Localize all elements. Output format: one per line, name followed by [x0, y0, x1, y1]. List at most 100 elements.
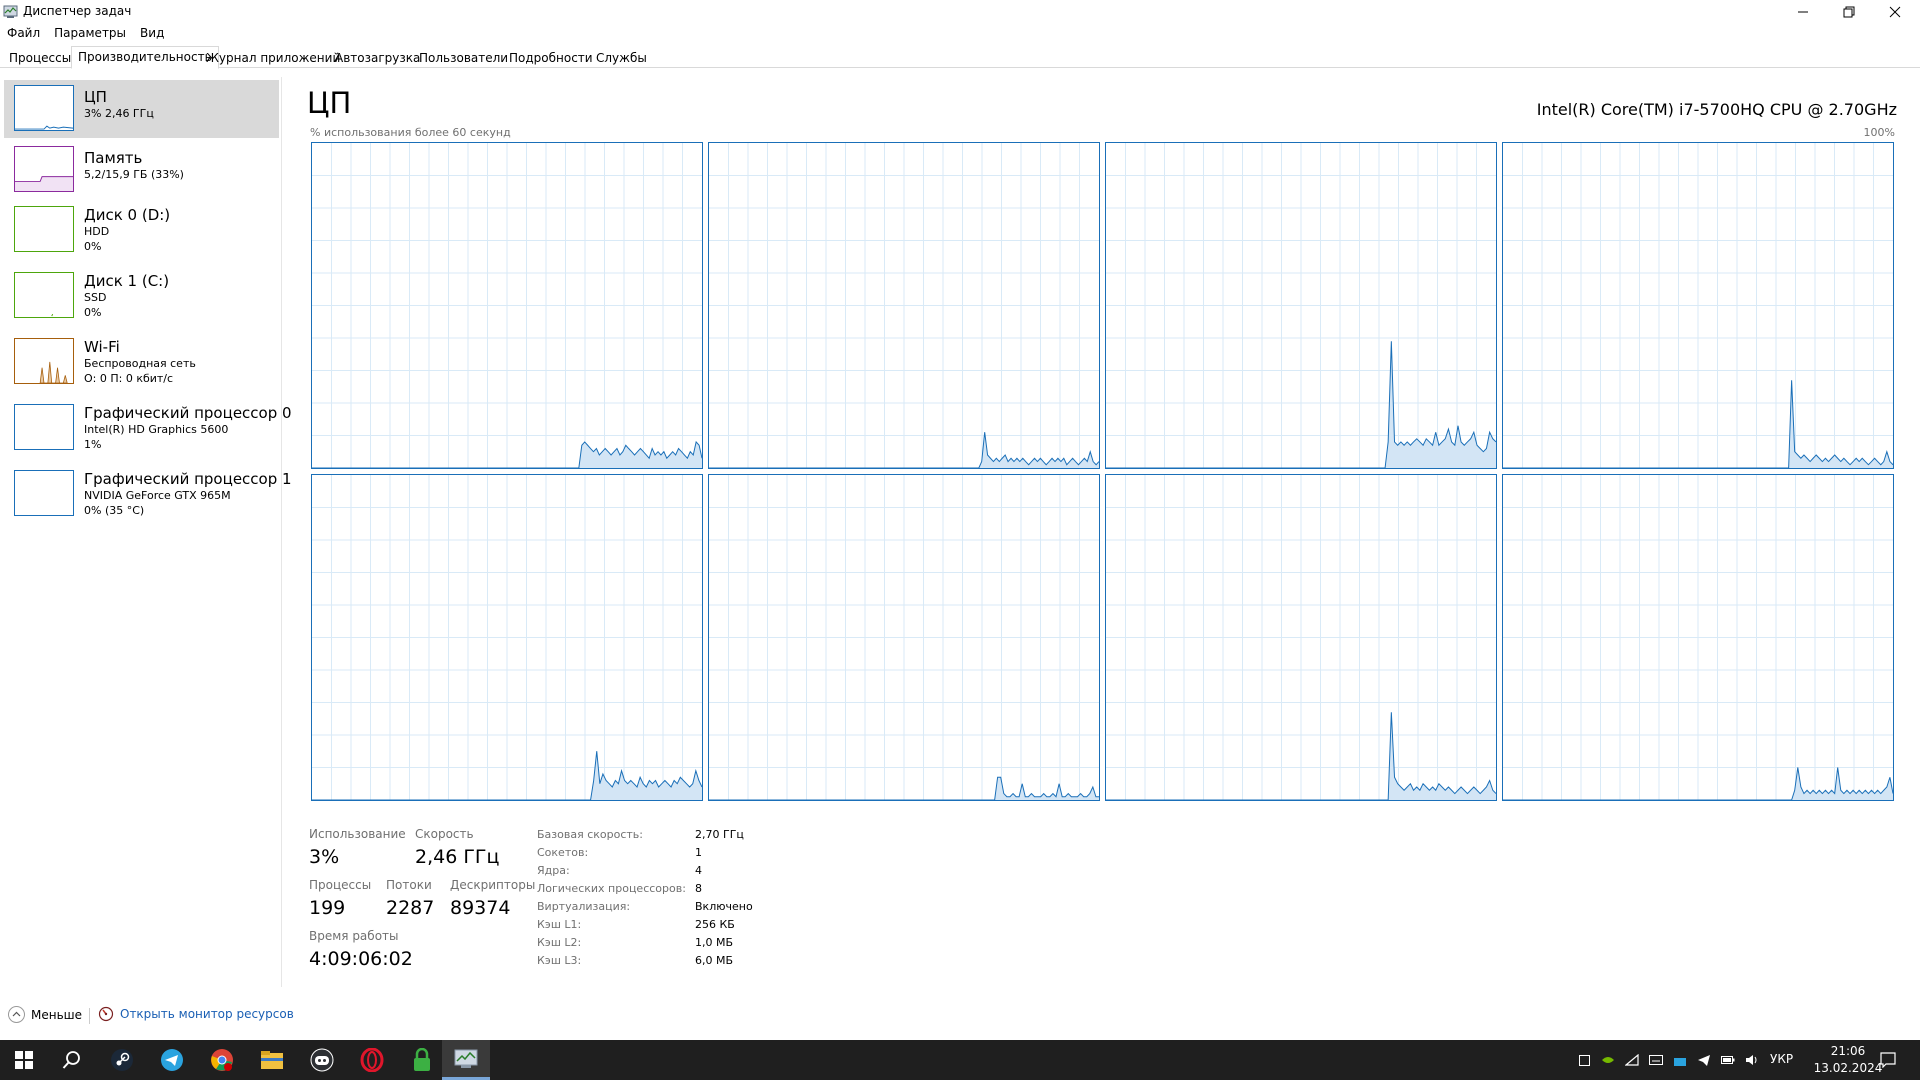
cpu-core-graph-3 [1502, 142, 1894, 469]
info-label: Кэш L1: [537, 918, 582, 931]
logical-processor-graphs [311, 142, 1895, 802]
tray-battery[interactable] [1716, 1040, 1740, 1080]
sidebar-item-name: Диск 0 (D:) [84, 206, 171, 224]
open-resource-monitor-link[interactable]: Открыть монитор ресурсов [98, 1006, 294, 1022]
search-button[interactable] [48, 1040, 96, 1080]
task-manager-icon [454, 1049, 478, 1068]
sidebar-item-disk-1[interactable]: Диск 1 (C:) SSD 0% [4, 267, 279, 331]
menu-file[interactable]: Файл [0, 24, 47, 44]
chrome-icon [211, 1049, 233, 1071]
sidebar-item-gpu-1[interactable]: Графический процессор 1 NVIDIA GeForce G… [4, 465, 292, 529]
info-label: Кэш L3: [537, 954, 582, 967]
info-label: Базовая скорость: [537, 828, 643, 841]
telegram-tray-icon [1698, 1055, 1710, 1066]
sidebar-item-disk-0[interactable]: Диск 0 (D:) HDD 0% [4, 201, 279, 265]
tab-services[interactable]: Службы [589, 48, 654, 68]
info-label: Кэш L2: [537, 936, 582, 949]
disk-1-thumbnail-graph [14, 272, 74, 318]
threads-label: Потоки [386, 878, 432, 892]
file-explorer-icon [261, 1051, 283, 1069]
menu-options[interactable]: Параметры [47, 24, 133, 44]
tab-processes[interactable]: Процессы [2, 48, 78, 68]
tab-users[interactable]: Пользователи [412, 48, 515, 68]
taskbar-opera[interactable] [348, 1040, 396, 1080]
memory-thumbnail-graph [14, 146, 74, 192]
taskbar-discord[interactable] [298, 1040, 346, 1080]
handles-label: Дескрипторы [450, 878, 536, 892]
keyboard-icon [1649, 1055, 1663, 1065]
menu-bar: Файл Параметры Вид [0, 24, 171, 44]
taskbar-vpn[interactable] [398, 1040, 446, 1080]
speed-value: 2,46 ГГц [415, 846, 500, 868]
disk-0-thumbnail-graph [14, 206, 74, 252]
wifi-signal-icon [1625, 1054, 1639, 1066]
cpu-core-graph-2 [1105, 142, 1497, 469]
info-value: 8 [695, 882, 702, 895]
taskbar-telegram[interactable] [148, 1040, 196, 1080]
tray-nvidia[interactable] [1596, 1040, 1620, 1080]
menu-view[interactable]: Вид [133, 24, 171, 44]
tray-telegram[interactable] [1692, 1040, 1716, 1080]
sidebar-item-wifi[interactable]: Wi-Fi Беспроводная сеть О: 0 П: 0 кбит/с [4, 333, 279, 397]
gpu-1-thumbnail-graph [14, 470, 74, 516]
info-label: Виртуализация: [537, 900, 631, 913]
sidebar-item-name: ЦП [84, 88, 107, 106]
sidebar-item-value: 1% [84, 438, 102, 451]
threads-value: 2287 [386, 897, 435, 919]
sidebar-item-name: Wi-Fi [84, 338, 120, 356]
notification-icon [1880, 1052, 1896, 1068]
task-manager-app-icon [3, 5, 18, 18]
sidebar-item-gpu-0[interactable]: Графический процессор 0 Intel(R) HD Grap… [4, 399, 292, 463]
cpu-core-graph-1 [708, 142, 1100, 469]
taskbar-file-explorer[interactable] [248, 1040, 296, 1080]
graph-max-label: 100% [1863, 126, 1895, 139]
resource-sidebar: ЦП 3% 2,46 ГГц Память 5,2/15,9 ГБ (33%) … [0, 77, 292, 987]
tray-overflow[interactable] [1572, 1040, 1596, 1080]
restore-button[interactable] [1826, 0, 1872, 24]
system-tray [1572, 1040, 1764, 1080]
windows-start-icon [15, 1051, 33, 1069]
tray-steam-notify[interactable] [1668, 1040, 1692, 1080]
taskbar-task-manager[interactable] [442, 1040, 490, 1080]
sidebar-item-name: Диск 1 (C:) [84, 272, 170, 290]
steam-tray-icon [1674, 1058, 1686, 1066]
start-button[interactable] [0, 1040, 48, 1080]
sidebar-item-name: Графический процессор 0 [84, 404, 292, 422]
sidebar-item-cpu[interactable]: ЦП 3% 2,46 ГГц [4, 80, 279, 138]
info-value: Включено [695, 900, 753, 913]
tray-volume[interactable] [1740, 1040, 1764, 1080]
cpu-core-graph-0 [311, 142, 703, 469]
steam-icon [111, 1049, 133, 1071]
close-button[interactable] [1872, 0, 1918, 24]
tab-app-history[interactable]: Журнал приложений [199, 48, 347, 68]
input-language[interactable]: УКР [1770, 1052, 1793, 1066]
tab-bar: Процессы Производительность Журнал прило… [0, 46, 1920, 69]
nvidia-icon [1602, 1057, 1614, 1063]
open-resource-monitor-label: Открыть монитор ресурсов [120, 1007, 294, 1021]
vpn-lock-icon [414, 1048, 430, 1071]
fewer-details-button[interactable]: Меньше [8, 1006, 82, 1023]
info-label: Логических процессоров: [537, 882, 686, 895]
fewer-details-label: Меньше [31, 1007, 83, 1022]
taskbar-chrome[interactable] [198, 1040, 246, 1080]
info-value: 4 [695, 864, 702, 877]
info-value: 256 КБ [695, 918, 735, 931]
sidebar-item-detail: Беспроводная сеть [84, 357, 196, 370]
sidebar-item-memory[interactable]: Память 5,2/15,9 ГБ (33%) [4, 141, 279, 199]
taskbar-steam[interactable] [98, 1040, 146, 1080]
cpu-core-graph-7 [1502, 474, 1894, 801]
minimize-button[interactable] [1780, 0, 1826, 24]
chevron-up-icon [8, 1006, 25, 1023]
tab-details[interactable]: Подробности [502, 48, 600, 68]
sidebar-item-value: 0% (35 °C) [84, 504, 145, 517]
minimize-icon [1798, 11, 1808, 13]
title-bar: Диспетчер задач [0, 0, 1920, 24]
tab-performance[interactable]: Производительность [71, 46, 219, 69]
sidebar-item-value: 0% [84, 240, 102, 253]
tray-keyboard[interactable] [1644, 1040, 1668, 1080]
action-center-button[interactable] [1864, 1040, 1912, 1080]
processes-label: Процессы [309, 878, 372, 892]
sidebar-item-name: Память [84, 149, 143, 167]
tray-network[interactable] [1620, 1040, 1644, 1080]
info-label: Ядра: [537, 864, 570, 877]
